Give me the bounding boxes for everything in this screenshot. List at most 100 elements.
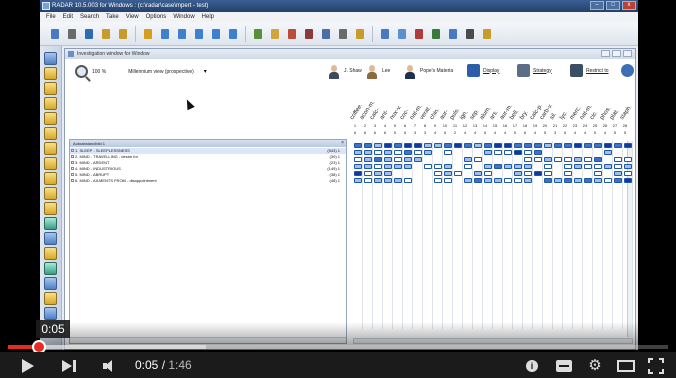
grade-cell[interactable] — [354, 171, 362, 176]
sidebar-tool-icon[interactable] — [44, 262, 57, 275]
toolbar-button-icon[interactable] — [65, 26, 79, 42]
grade-cell[interactable] — [384, 150, 392, 155]
toolbar-button-icon[interactable] — [192, 26, 206, 42]
progress-bar[interactable] — [8, 345, 668, 349]
theater-mode-icon[interactable] — [617, 360, 635, 372]
video-frame[interactable]: RADAR 10.5.003 for Windows : (c:\radar\c… — [0, 0, 676, 378]
grade-cell[interactable] — [374, 171, 382, 176]
view-selector[interactable]: Millennium view (prospective) — [128, 69, 194, 75]
grade-cell[interactable] — [384, 164, 392, 169]
toolbar-button-icon[interactable] — [209, 26, 223, 42]
grade-cell[interactable] — [464, 143, 472, 148]
grade-cell[interactable] — [584, 164, 592, 169]
strategy-button[interactable]: Strategy — [517, 64, 552, 77]
grade-cell[interactable] — [624, 143, 632, 148]
checkbox-icon[interactable] — [71, 173, 74, 176]
toolbar-button-icon[interactable] — [302, 26, 316, 42]
remedy-column-header[interactable]: puls. — [449, 107, 461, 121]
toolbar-button-icon[interactable] — [82, 26, 96, 42]
sidebar-tool-icon[interactable] — [44, 292, 57, 305]
checkbox-icon[interactable] — [71, 155, 74, 158]
grade-cell[interactable] — [484, 143, 492, 148]
grade-cell[interactable] — [504, 178, 512, 183]
grade-cell[interactable] — [464, 178, 472, 183]
grade-cell[interactable] — [404, 178, 412, 183]
grade-cell[interactable] — [364, 164, 372, 169]
toolbar-button-icon[interactable] — [141, 26, 155, 42]
grade-cell[interactable] — [364, 150, 372, 155]
grade-cell[interactable] — [544, 143, 552, 148]
grade-cell[interactable] — [474, 171, 482, 176]
grade-cell[interactable] — [364, 157, 372, 162]
menu-item-window[interactable]: Window — [173, 12, 194, 22]
menu-item-search[interactable]: Search — [80, 12, 99, 22]
grade-cell[interactable] — [524, 157, 532, 162]
toolbar-button-icon[interactable] — [285, 26, 299, 42]
grade-cell[interactable] — [464, 157, 472, 162]
grade-cell[interactable] — [584, 143, 592, 148]
grade-cell[interactable] — [504, 143, 512, 148]
grade-cell[interactable] — [554, 143, 562, 148]
menu-item-edit[interactable]: Edit — [63, 12, 73, 22]
grade-cell[interactable] — [464, 164, 472, 169]
sidebar-tool-icon[interactable] — [44, 232, 57, 245]
grade-cell[interactable] — [474, 178, 482, 183]
grade-cell[interactable] — [374, 143, 382, 148]
grade-cell[interactable] — [394, 150, 402, 155]
grade-cell[interactable] — [574, 143, 582, 148]
grade-cell[interactable] — [354, 150, 362, 155]
maximize-button[interactable]: □ — [606, 1, 620, 10]
sidebar-tool-icon[interactable] — [44, 172, 57, 185]
grade-cell[interactable] — [614, 143, 622, 148]
remedy-column-header[interactable]: lyc. — [559, 110, 569, 121]
menu-item-options[interactable]: Options — [146, 12, 167, 22]
grade-cell[interactable] — [514, 150, 522, 155]
sidebar-tool-icon[interactable] — [44, 217, 57, 230]
grade-cell[interactable] — [354, 157, 362, 162]
grade-cell[interactable] — [574, 164, 582, 169]
toolbar-button-icon[interactable] — [446, 26, 460, 42]
grade-cell[interactable] — [524, 178, 532, 183]
grade-cell[interactable] — [394, 178, 402, 183]
grade-cell[interactable] — [484, 164, 492, 169]
grade-cell[interactable] — [414, 143, 422, 148]
checkbox-icon[interactable] — [71, 161, 74, 164]
toolbar-button-icon[interactable] — [268, 26, 282, 42]
grade-cell[interactable] — [354, 178, 362, 183]
grade-cell[interactable] — [394, 143, 402, 148]
grade-cell[interactable] — [524, 143, 532, 148]
close-icon[interactable]: × — [341, 140, 344, 147]
toolbar-button-icon[interactable] — [116, 26, 130, 42]
inner-maximize-button[interactable] — [612, 50, 621, 57]
grade-cell[interactable] — [374, 157, 382, 162]
grade-cell[interactable] — [364, 178, 372, 183]
grade-cell[interactable] — [494, 178, 502, 183]
grade-cell[interactable] — [374, 178, 382, 183]
magnifier-icon[interactable] — [75, 65, 88, 78]
display-button[interactable]: Display — [467, 64, 499, 77]
grade-cell[interactable] — [604, 150, 612, 155]
grade-cell[interactable] — [494, 164, 502, 169]
menu-item-view[interactable]: View — [126, 12, 139, 22]
grade-cell[interactable] — [544, 157, 552, 162]
toolbar-button-icon[interactable] — [99, 26, 113, 42]
grade-cell[interactable] — [444, 171, 452, 176]
persona-materia[interactable]: Pope's Materia — [403, 63, 453, 79]
grade-cell[interactable] — [384, 157, 392, 162]
grade-cell[interactable] — [564, 157, 572, 162]
grade-cell[interactable] — [424, 150, 432, 155]
toolbar-button-icon[interactable] — [175, 26, 189, 42]
sidebar-tool-icon[interactable] — [44, 142, 57, 155]
grade-cell[interactable] — [524, 171, 532, 176]
sidebar-tool-icon[interactable] — [44, 127, 57, 140]
persona-shaw[interactable]: J. Shaw — [327, 63, 362, 79]
rubric-row[interactable]: 6. MIND - AILMENTS FROM - disappointment… — [70, 178, 346, 184]
remedy-column-header[interactable]: staph. — [619, 104, 633, 121]
grade-cell[interactable] — [534, 150, 542, 155]
close-button[interactable]: x — [622, 1, 636, 10]
grade-cell[interactable] — [444, 164, 452, 169]
grade-cell[interactable] — [394, 157, 402, 162]
grade-cell[interactable] — [484, 150, 492, 155]
toolbar-button-icon[interactable] — [412, 26, 426, 42]
grade-cell[interactable] — [384, 178, 392, 183]
